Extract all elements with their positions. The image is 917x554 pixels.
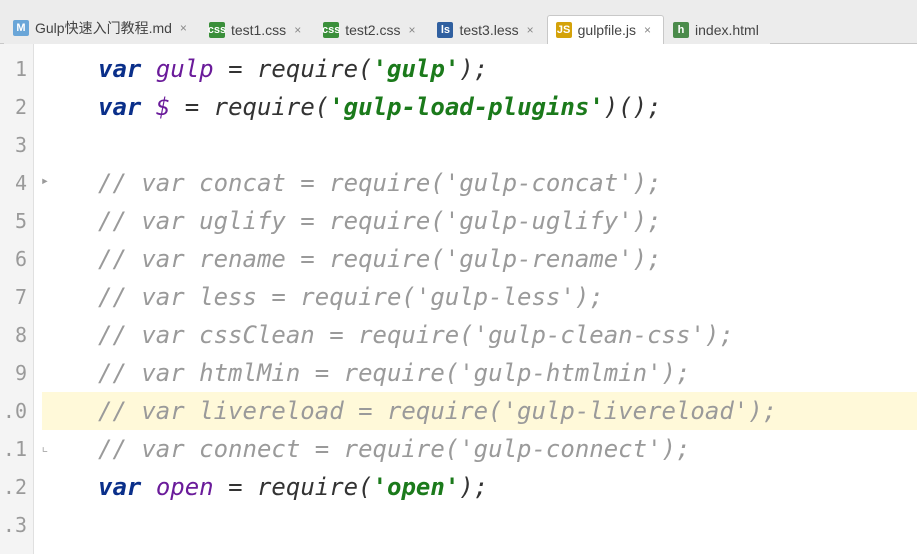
code-line[interactable]: // var rename = require('gulp-rename'); [42,240,917,278]
tab-label: index.html [695,22,759,38]
tab-test1-css[interactable]: css test1.css × [200,15,314,44]
line-number: .0 [0,392,27,430]
line-number: .2 [0,468,27,506]
tab-label: Gulp快速入门教程.md [35,18,172,38]
tab-label: test3.less [459,22,518,38]
tab-index-html[interactable]: h index.html [664,15,770,44]
code-line[interactable]: // var htmlMin = require('gulp-htmlmin')… [42,354,917,392]
file-type-icon: JS [556,22,572,38]
comment-text: // var connect = require('gulp-connect')… [98,435,690,463]
token-punct: = [185,93,214,121]
fold-close-icon[interactable]: ⌞ [38,440,52,454]
token-kw: var [98,93,141,121]
token-def: open [156,473,214,501]
comment-text: // var uglify = require('gulp-uglify'); [98,207,662,235]
line-number: 9 [0,354,27,392]
code-line[interactable]: // var cssClean = require('gulp-clean-cs… [42,316,917,354]
comment-text: // var less = require('gulp-less'); [98,283,604,311]
token-punct: = [228,473,257,501]
token-punct: ); [459,473,488,501]
code-line[interactable] [42,126,917,164]
token-str: 'open' [373,473,460,501]
space [141,93,155,121]
tab-label: test2.css [345,22,400,38]
space [170,93,184,121]
code-line[interactable]: // var less = require('gulp-less'); [42,278,917,316]
comment-text: // var concat = require('gulp-concat'); [98,169,662,197]
line-number: .3 [0,506,27,544]
code-content[interactable]: var gulp = require('gulp');var $ = requi… [34,44,917,554]
token-str: 'gulp' [373,55,460,83]
token-ident: require [214,93,315,121]
code-line[interactable]: // var livereload = require('gulp-livere… [42,392,917,430]
space [141,473,155,501]
line-number: 2 [0,88,27,126]
code-line[interactable] [42,506,917,544]
file-type-icon: h [673,22,689,38]
comment-text: // var livereload = require('gulp-livere… [98,397,777,425]
token-punct: ( [358,473,372,501]
code-line[interactable]: // var uglify = require('gulp-uglify'); [42,202,917,240]
token-def: gulp [156,55,214,83]
code-line[interactable]: var $ = require('gulp-load-plugins')(); [42,88,917,126]
token-punct: )(); [604,93,662,121]
token-punct: ( [358,55,372,83]
token-ident: require [257,473,358,501]
token-kw: var [98,473,141,501]
code-line[interactable]: ▸// var concat = require('gulp-concat'); [42,164,917,202]
file-type-icon: M [13,20,29,36]
file-type-icon: css [323,22,339,38]
file-type-icon: ls [437,22,453,38]
close-icon[interactable]: × [525,24,536,36]
token-ident: require [257,55,358,83]
tab-test2-css[interactable]: css test2.css × [314,15,428,44]
token-punct: = [228,55,257,83]
tab-test3-less[interactable]: ls test3.less × [428,15,546,44]
close-icon[interactable]: × [292,24,303,36]
line-number: 8 [0,316,27,354]
line-number: .1 [0,430,27,468]
tab-label: test1.css [231,22,286,38]
file-type-icon: css [209,22,225,38]
token-def: $ [156,93,170,121]
token-punct: ( [315,93,329,121]
line-number: 4 [0,164,27,202]
code-line[interactable]: var open = require('open'); [42,468,917,506]
line-number: 6 [0,240,27,278]
line-number: 5 [0,202,27,240]
line-number: 3 [0,126,27,164]
line-number: 7 [0,278,27,316]
space [214,55,228,83]
token-kw: var [98,55,141,83]
tab-gulpfile-js[interactable]: JS gulpfile.js × [547,15,664,44]
code-line[interactable]: var gulp = require('gulp'); [42,50,917,88]
space [141,55,155,83]
comment-text: // var htmlMin = require('gulp-htmlmin')… [98,359,690,387]
close-icon[interactable]: × [642,24,653,36]
code-line[interactable]: ⌞// var connect = require('gulp-connect'… [42,430,917,468]
space [214,473,228,501]
token-punct: ); [459,55,488,83]
close-icon[interactable]: × [178,22,189,34]
line-number: 1 [0,50,27,88]
comment-text: // var cssClean = require('gulp-clean-cs… [98,321,734,349]
fold-open-icon[interactable]: ▸ [38,174,52,188]
token-str: 'gulp-load-plugins' [329,93,604,121]
line-number-gutter: 123456789.0.1.2.3 [0,44,34,554]
tab-gulp-md[interactable]: M Gulp快速入门教程.md × [4,11,200,44]
close-icon[interactable]: × [406,24,417,36]
tab-label: gulpfile.js [578,22,636,38]
editor-tabs: M Gulp快速入门教程.md × css test1.css × css test2.css… [0,0,917,44]
editor-area: 123456789.0.1.2.3 var gulp = require('gu… [0,44,917,554]
comment-text: // var rename = require('gulp-rename'); [98,245,662,273]
